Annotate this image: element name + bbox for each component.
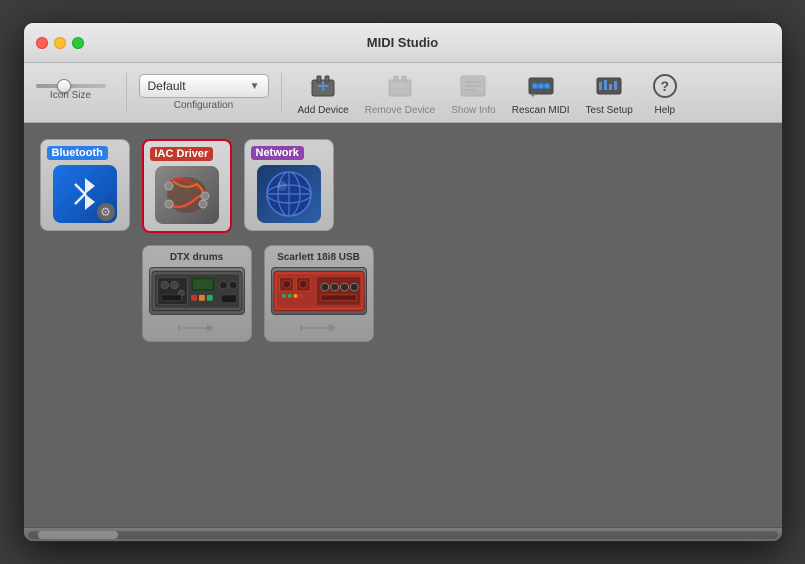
help-button[interactable]: ? Help: [645, 68, 685, 118]
network-icon-area: [254, 164, 324, 224]
maximize-button[interactable]: [72, 37, 84, 49]
scarlett-connector: [299, 321, 339, 335]
icon-size-control: Icon Size: [36, 84, 106, 101]
dtx-drums-device[interactable]: DTX drums: [142, 245, 252, 342]
window-title: MIDI Studio: [367, 35, 439, 50]
icon-size-label: Icon Size: [50, 90, 91, 101]
scarlett-icon: [271, 267, 367, 315]
network-device[interactable]: Network: [244, 139, 334, 231]
iac-driver-icon-area: [152, 165, 222, 225]
show-info-icon: [457, 70, 489, 102]
title-bar: MIDI Studio: [24, 23, 782, 63]
network-icon: [257, 165, 321, 223]
add-device-icon: [307, 70, 339, 102]
main-content: Bluetooth ⚙ IAC Dri: [24, 123, 782, 527]
scarlett-device[interactable]: Scarlett 18i8 USB: [264, 245, 374, 342]
rescan-midi-icon: [525, 70, 557, 102]
dtx-drums-label: DTX drums: [170, 252, 223, 263]
rescan-midi-label: Rescan MIDI: [512, 105, 570, 116]
devices-area: Bluetooth ⚙ IAC Dri: [24, 123, 782, 358]
dtx-connector: [177, 321, 217, 335]
configuration-select[interactable]: Default ▼: [139, 74, 269, 98]
scrollbar-track: [28, 531, 778, 539]
icon-size-slider[interactable]: [36, 84, 106, 88]
config-label: Configuration: [174, 100, 233, 111]
chevron-down-icon: ▼: [250, 81, 260, 92]
configuration-wrapper: Default ▼ Configuration: [139, 74, 269, 111]
dtx-drums-icon: [149, 267, 245, 315]
config-value: Default: [148, 79, 186, 93]
test-setup-icon: [593, 70, 625, 102]
toolbar: Icon Size Default ▼ Configuration: [24, 63, 782, 123]
show-info-label: Show Info: [451, 105, 495, 116]
iac-driver-icon: [155, 166, 219, 224]
add-device-label: Add Device: [298, 105, 349, 116]
remove-device-icon: [384, 70, 416, 102]
bluetooth-icon: ⚙: [53, 165, 117, 223]
scrollbar[interactable]: [24, 527, 782, 541]
remove-device-button[interactable]: Remove Device: [361, 68, 440, 118]
midi-studio-window: MIDI Studio Icon Size Default ▼ Configur…: [23, 22, 783, 542]
network-label: Network: [251, 146, 304, 160]
help-icon: ?: [649, 70, 681, 102]
show-info-button[interactable]: Show Info: [447, 68, 499, 118]
bluetooth-label: Bluetooth: [47, 146, 108, 160]
scarlett-label: Scarlett 18i8 USB: [277, 252, 360, 263]
gear-icon: ⚙: [97, 203, 115, 221]
device-row-2: DTX drums: [40, 245, 766, 342]
divider-2: [281, 73, 282, 113]
test-setup-button[interactable]: Test Setup: [582, 68, 637, 118]
help-label: Help: [654, 105, 675, 116]
traffic-lights: [36, 37, 84, 49]
minimize-button[interactable]: [54, 37, 66, 49]
rescan-midi-button[interactable]: Rescan MIDI: [508, 68, 574, 118]
iac-driver-device[interactable]: IAC Driver: [142, 139, 232, 233]
close-button[interactable]: [36, 37, 48, 49]
test-setup-label: Test Setup: [586, 105, 633, 116]
add-device-button[interactable]: Add Device: [294, 68, 353, 118]
iac-driver-label: IAC Driver: [150, 147, 214, 161]
scrollbar-thumb[interactable]: [38, 531, 118, 539]
divider-1: [126, 73, 127, 113]
bluetooth-device[interactable]: Bluetooth ⚙: [40, 139, 130, 231]
device-row-1: Bluetooth ⚙ IAC Dri: [40, 139, 766, 233]
remove-device-label: Remove Device: [365, 105, 436, 116]
bluetooth-icon-area: ⚙: [50, 164, 120, 224]
